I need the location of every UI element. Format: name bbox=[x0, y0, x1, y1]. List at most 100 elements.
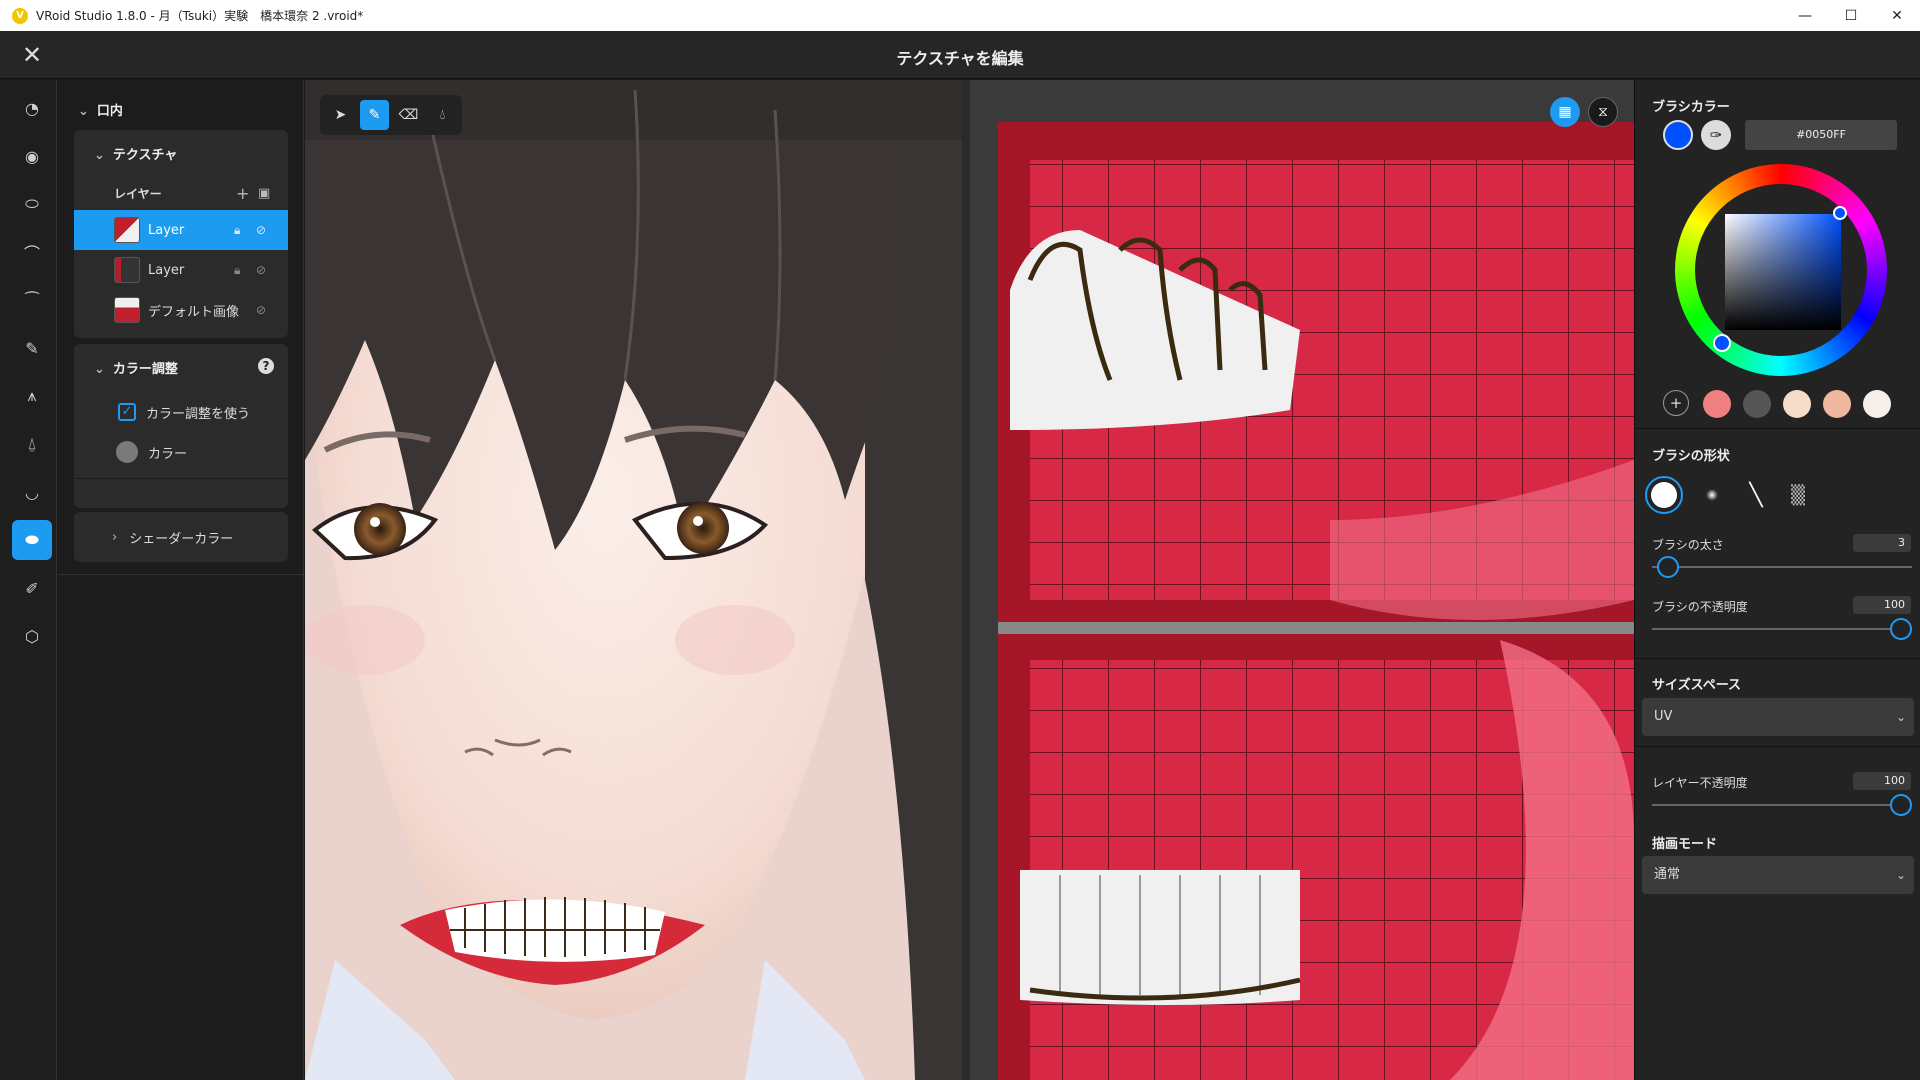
ear-icon[interactable]: ✐ bbox=[12, 568, 52, 608]
mirror-toggle-icon[interactable]: ⧖ bbox=[1588, 97, 1618, 127]
category-rail: ◔ ◉ ⬭ ⌒ ⁀ ✎ ⩚ ⍙ ◡ ⬬ ✐ ⬡ bbox=[0, 80, 57, 1080]
view-splitter[interactable] bbox=[962, 80, 970, 1080]
eyebrow-icon[interactable]: ⁀ bbox=[12, 280, 52, 320]
chevron-down-icon: ⌄ bbox=[94, 362, 105, 377]
hidden-icon[interactable]: ⊘ bbox=[256, 223, 266, 237]
uv-grid-toggle-icon[interactable]: ▦ bbox=[1550, 97, 1580, 127]
layer-name: デフォルト画像 bbox=[148, 304, 240, 320]
brush-opacity-slider[interactable] bbox=[1652, 618, 1912, 640]
eyedropper-icon[interactable]: ✑ bbox=[1701, 120, 1731, 150]
current-color-swatch[interactable] bbox=[1663, 120, 1693, 150]
slider-knob[interactable] bbox=[1890, 794, 1912, 816]
color-preset[interactable] bbox=[1823, 390, 1851, 418]
face-outline-icon[interactable]: ⬡ bbox=[12, 616, 52, 656]
hue-wheel[interactable] bbox=[1675, 164, 1887, 376]
use-color-adjust-row[interactable]: ✓ カラー調整を使う bbox=[74, 392, 288, 432]
shader-color-label: シェーダーカラー bbox=[129, 531, 234, 547]
mouth-inside-icon[interactable]: ⬬ bbox=[12, 520, 52, 560]
size-space-dropdown[interactable]: UV ⌄ bbox=[1642, 698, 1914, 736]
face-shape-icon[interactable]: ◔ bbox=[12, 88, 52, 128]
brush-size-slider[interactable] bbox=[1652, 556, 1912, 578]
hidden-icon[interactable]: ⊘ bbox=[256, 263, 266, 277]
layer-row[interactable]: デフォルト画像 ⊘ bbox=[74, 290, 288, 330]
brush-opacity-label: ブラシの不透明度 bbox=[1652, 600, 1748, 614]
hue-picker-handle[interactable] bbox=[1713, 334, 1731, 352]
brush-opacity-input[interactable]: 100 bbox=[1853, 596, 1911, 614]
nose-icon[interactable]: ⍙ bbox=[12, 424, 52, 464]
eyelid-icon[interactable]: ⌒ bbox=[12, 232, 52, 272]
saturation-value-square[interactable] bbox=[1725, 214, 1841, 330]
select-tool-icon[interactable]: ➤ bbox=[326, 100, 355, 130]
eraser-tool-icon[interactable]: ⌫ bbox=[394, 100, 423, 130]
sv-picker-handle[interactable] bbox=[1833, 206, 1847, 220]
soft-round-brush[interactable] bbox=[1693, 476, 1731, 514]
size-space-value: UV bbox=[1654, 709, 1673, 724]
help-icon[interactable]: ? bbox=[258, 358, 274, 374]
vroid-app-icon: V bbox=[12, 7, 28, 24]
use-color-adjust-checkbox[interactable]: ✓ bbox=[118, 403, 136, 421]
layer-row[interactable]: Layer 🔒︎ ⊘ bbox=[74, 210, 288, 250]
layer-thumbnail bbox=[114, 257, 140, 283]
layer-row[interactable]: Layer 🔒︎ ⊘ bbox=[74, 250, 288, 290]
color-preset[interactable] bbox=[1703, 390, 1731, 418]
slider-knob[interactable] bbox=[1890, 618, 1912, 640]
shader-color-card[interactable]: › シェーダーカラー bbox=[74, 512, 288, 562]
draw-mode-value: 通常 bbox=[1654, 867, 1681, 882]
hidden-icon[interactable]: ⊘ bbox=[256, 303, 266, 317]
eyeline-icon[interactable]: ⩚ bbox=[12, 376, 52, 416]
import-image-icon[interactable]: ▣ bbox=[258, 186, 270, 201]
minimize-button[interactable]: — bbox=[1782, 0, 1828, 31]
brush-color-title: ブラシカラー bbox=[1652, 100, 1730, 115]
texture-brush[interactable]: ▒ bbox=[1779, 476, 1817, 514]
window-title: VRoid Studio 1.8.0 - 月（Tsuki）実験 橋本環奈 2 .… bbox=[36, 9, 364, 23]
layer-name: Layer bbox=[148, 222, 185, 238]
window-close-button[interactable]: ✕ bbox=[1874, 0, 1920, 31]
brush-size-label: ブラシの太さ bbox=[1652, 538, 1724, 552]
color-adjust-header[interactable]: ⌄ カラー調整 bbox=[94, 358, 178, 377]
3d-viewport[interactable] bbox=[305, 80, 962, 1080]
size-space-title: サイズスペース bbox=[1652, 678, 1742, 693]
add-preset-icon[interactable]: + bbox=[1663, 390, 1689, 416]
texture-header[interactable]: ⌄ テクスチャ bbox=[94, 144, 177, 163]
line-brush[interactable]: ╲ bbox=[1737, 476, 1775, 514]
texture-uv-view[interactable] bbox=[970, 80, 1634, 1080]
layer-opacity-slider[interactable] bbox=[1652, 794, 1912, 816]
color-preset[interactable] bbox=[1743, 390, 1771, 418]
pen-tool-icon[interactable]: ✎ bbox=[360, 100, 389, 130]
hard-round-brush[interactable] bbox=[1645, 476, 1683, 514]
color-row[interactable]: カラー bbox=[74, 432, 288, 472]
slider-knob[interactable] bbox=[1656, 556, 1679, 578]
eye-white-icon[interactable]: ⬭ bbox=[12, 184, 52, 224]
section-header[interactable]: ⌄ 口内 bbox=[78, 100, 123, 119]
lock-icon[interactable]: 🔒︎ bbox=[234, 263, 240, 278]
color-preset[interactable] bbox=[1863, 390, 1891, 418]
mouth-icon[interactable]: ◡ bbox=[12, 472, 52, 512]
fill-tool-icon[interactable]: 💧︎ bbox=[428, 100, 457, 130]
brush-settings-panel: ブラシカラー ✑ #0050FF + ブラシの形状 ╲ ▒ ブラシの太さ 3 ブ… bbox=[1634, 80, 1920, 1080]
color-hex-input[interactable]: #0050FF bbox=[1745, 120, 1897, 150]
brush-shape-title: ブラシの形状 bbox=[1652, 449, 1730, 464]
color-swatch[interactable] bbox=[116, 441, 138, 463]
chevron-down-icon: ⌄ bbox=[1895, 710, 1906, 724]
draw-mode-title: 描画モード bbox=[1652, 837, 1718, 852]
maximize-button[interactable]: ☐ bbox=[1828, 0, 1874, 31]
layer-thumbnail bbox=[114, 297, 140, 323]
app-header: ✕ テクスチャを編集 bbox=[0, 31, 1920, 79]
eyelash-icon[interactable]: ✎ bbox=[12, 328, 52, 368]
uv-texture-canvas bbox=[970, 80, 1634, 1080]
avatar-face-render bbox=[305, 80, 962, 1080]
layers-header-label: レイヤー bbox=[114, 186, 162, 201]
drawing-toolbar: ➤ ✎ ⌫ 💧︎ bbox=[320, 95, 462, 135]
lock-icon[interactable]: 🔒︎ bbox=[234, 223, 240, 238]
layers-panel: ⌄ 口内 ⌄ テクスチャ レイヤー + ▣ Layer 🔒︎ ⊘ Layer 🔒︎ … bbox=[58, 80, 304, 1080]
page-title: テクスチャを編集 bbox=[896, 49, 1024, 68]
draw-mode-dropdown[interactable]: 通常 ⌄ bbox=[1642, 856, 1914, 894]
layer-opacity-input[interactable]: 100 bbox=[1853, 772, 1911, 790]
color-preset[interactable] bbox=[1783, 390, 1811, 418]
layers-header-row: レイヤー + ▣ bbox=[74, 178, 288, 208]
shader-color-row[interactable]: › シェーダーカラー bbox=[74, 517, 288, 557]
add-layer-icon[interactable]: + bbox=[236, 184, 249, 203]
eye-icon[interactable]: ◉ bbox=[12, 136, 52, 176]
chevron-down-icon: ⌄ bbox=[78, 104, 89, 119]
brush-size-input[interactable]: 3 bbox=[1853, 534, 1911, 552]
